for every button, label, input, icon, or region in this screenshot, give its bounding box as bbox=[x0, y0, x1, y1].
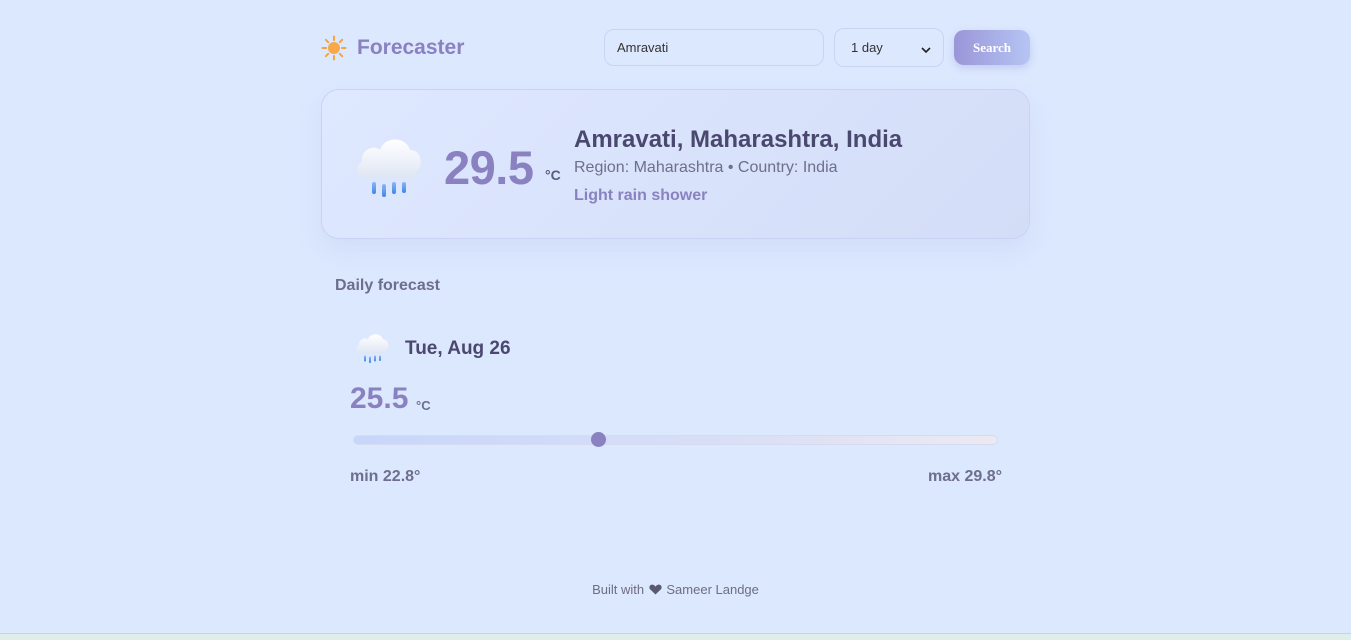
rain-cloud-icon bbox=[352, 132, 424, 202]
max-temperature: max 29.8° bbox=[927, 468, 1002, 485]
temperature-range-marker bbox=[590, 432, 606, 447]
weather-condition: Light rain shower bbox=[574, 187, 708, 204]
chevron-down-icon bbox=[921, 43, 931, 53]
current-weather-card: 29.5 °C Amravati, Maharashtra, India Reg… bbox=[321, 89, 1030, 239]
brand: Forecaster bbox=[321, 35, 464, 61]
search-button[interactable]: Search bbox=[954, 30, 1030, 65]
current-temperature-unit: °C bbox=[545, 167, 561, 183]
header: Forecaster 1 day Search bbox=[321, 28, 1030, 68]
forecast-temperature: 25.5 bbox=[350, 382, 409, 415]
heart-icon bbox=[649, 583, 662, 595]
current-temperature: 29.5 bbox=[444, 141, 534, 194]
sun-icon bbox=[321, 35, 347, 61]
forecast-temperature-unit: °C bbox=[416, 398, 431, 413]
rain-cloud-icon bbox=[354, 330, 390, 366]
location-name: Amravati, Maharashtra, India bbox=[574, 126, 903, 153]
region-country: Region: Maharashtra • Country: India bbox=[574, 159, 838, 176]
forecast-day: Tue, Aug 26 25.5 °C min 22.8° max 29.8° bbox=[350, 326, 1002, 496]
city-search-input[interactable] bbox=[604, 29, 824, 66]
days-select-value: 1 day bbox=[851, 40, 883, 55]
weather-page: Forecaster 1 day Search bbox=[0, 0, 1351, 640]
days-select[interactable]: 1 day bbox=[834, 28, 944, 67]
taskbar-edge bbox=[0, 633, 1351, 640]
footer: Built with Sameer Landge bbox=[0, 582, 1351, 597]
daily-forecast-heading: Daily forecast bbox=[335, 277, 440, 294]
brand-name: Forecaster bbox=[357, 36, 465, 59]
forecast-date: Tue, Aug 26 bbox=[405, 338, 511, 359]
temperature-range-bar bbox=[353, 435, 998, 445]
footer-author: Sameer Landge bbox=[666, 582, 759, 597]
min-temperature: min 22.8° bbox=[350, 468, 421, 485]
footer-built-with: Built with bbox=[592, 582, 645, 597]
